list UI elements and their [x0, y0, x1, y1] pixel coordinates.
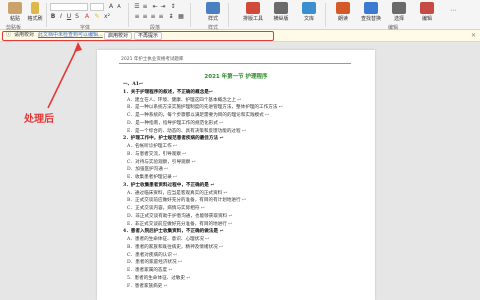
speaker-icon: [336, 2, 350, 14]
orientation-button[interactable]: 横纵版: [268, 2, 294, 22]
divider: [128, 3, 129, 27]
numbering-icon[interactable]: ≡: [142, 4, 148, 10]
library-button[interactable]: 文库: [296, 2, 322, 22]
bold-icon[interactable]: B: [50, 14, 56, 20]
superscript-icon[interactable]: x²: [104, 14, 110, 20]
styles-button[interactable]: 样式: [200, 2, 226, 22]
document-line: 5．患者的生命体征、过敏史 ↩: [127, 275, 191, 281]
document-line: F．患者家族病史 ↩: [127, 283, 168, 289]
document-line: D．患者的家庭经济状况 ↩: [127, 260, 182, 266]
divider: [46, 3, 47, 27]
grow-font-icon[interactable]: A: [108, 4, 114, 10]
align-right-icon[interactable]: ≡: [150, 14, 156, 20]
document-line: E．非正式交谈前应做好充分准备，有目的地进行 ↩: [127, 221, 233, 227]
document-line: A．名帐听诊护理工作 ↩: [127, 144, 177, 149]
strikethrough-icon[interactable]: S: [74, 14, 80, 20]
proofread-notice-bar: ⓘ 请用校对 此文档中未检查到可以编辑... 启用校对 不再提示 ✕: [0, 30, 480, 42]
document-line: A．建立在人、环境、健康、护理这四个基本概念之上 ↩: [127, 97, 242, 103]
select-button[interactable]: 选择: [386, 2, 412, 22]
document-line: C．患者对疾病的认识 ↩: [127, 252, 178, 258]
document-line: E．收集患者护理记录 ↩: [127, 175, 178, 180]
document-line: D．非正式交谈有助于护患沟通，也能够获取资料 ↩: [127, 213, 233, 219]
indent-decrease-icon[interactable]: ⇤: [152, 4, 158, 10]
page-header: 2021 年护士执业资格考试题库: [121, 57, 184, 62]
document-line: E．是一个综合的、动态的、具有决策和反馈功能的过程 ↩: [127, 128, 246, 134]
document-line: D．是一种指南，指导护理工作的规范化形式 ↩: [127, 120, 224, 126]
brush-icon: [31, 2, 39, 14]
italic-icon[interactable]: I: [58, 14, 64, 20]
font-name-select[interactable]: [50, 3, 88, 11]
align-left-icon[interactable]: ≡: [134, 14, 140, 20]
shrink-font-icon[interactable]: A: [116, 4, 122, 10]
ribbon-toolbar: 粘贴 格式刷 剪贴板 A A B I U S A ✎ x² 字体 ☰ ≡ ⇤ ⇥…: [0, 0, 480, 31]
styles-icon: [206, 2, 220, 14]
document-page[interactable]: 2021 年护士执业资格考试题库 2021 年第一节 护理程序 一、A1↩ 1．关…: [97, 50, 375, 300]
align-center-icon[interactable]: ≡: [142, 14, 148, 20]
document-line: B．正式交谈前应做好充分的准备，有目的有计划地进行 ↩: [127, 198, 246, 204]
clipboard-icon: [8, 2, 22, 14]
notice-link[interactable]: 此文档中未检查到可以编辑...: [38, 32, 103, 39]
document-line: C．对待与实验观察，引导观察 ↩: [127, 159, 196, 165]
indent-increase-icon[interactable]: ⇥: [160, 4, 166, 10]
font-color-icon[interactable]: A: [84, 14, 90, 20]
justify-icon[interactable]: ≡: [158, 14, 164, 20]
more-icon[interactable]: ⋯: [450, 8, 456, 14]
document-line: 一、A1↩: [123, 82, 143, 87]
document-body: 一、A1↩ 1．关于护理程序的叙述，不正确的概念是↩ A．建立在人、环境、健康、护理…: [123, 81, 363, 290]
layout-tools-button[interactable]: 排版工具: [240, 2, 266, 22]
library-icon: [302, 2, 316, 14]
header-rule: [119, 63, 351, 64]
callout-label: 处理后: [24, 114, 54, 125]
document-line: C．是一种系统的，每个步骤都以满足需要为目的的理论和实践模式 ↩: [127, 113, 270, 118]
read-aloud-button[interactable]: 朗读: [330, 2, 356, 22]
highlight-icon[interactable]: ✎: [94, 14, 100, 20]
info-icon: ⓘ: [6, 32, 12, 38]
bullets-icon[interactable]: ☰: [134, 4, 140, 10]
document-line: C．正式交谈内容，病情与实际相符 ↩: [127, 206, 205, 211]
find-replace-button[interactable]: 查找替换: [358, 2, 384, 22]
document-title: 2021 年第一节 护理程序: [204, 74, 268, 80]
sort-icon[interactable]: ↕: [170, 4, 176, 10]
document-line: B．与患者交流，引导观察 ↩: [127, 151, 187, 157]
enable-proofread-button[interactable]: 启用校对: [104, 32, 133, 40]
notice-title: 请用校对: [14, 32, 35, 38]
divider: [190, 3, 191, 27]
edit-icon: [420, 2, 434, 14]
document-line: A．通过临床资料，应当是客观真实的正式资料 ↩: [127, 190, 228, 196]
underline-icon[interactable]: U: [66, 14, 72, 20]
orientation-icon: [274, 2, 288, 14]
divider: [325, 3, 326, 27]
cursor-icon: [392, 2, 406, 14]
document-line: 1．关于护理程序的叙述，不正确的概念是↩: [123, 89, 213, 95]
document-line: A．患者的生命体征、意识、心理状况 ↩: [127, 237, 210, 242]
document-line: D．加强医护沟通 ↩: [127, 167, 169, 173]
document-line: 2．护理工作中，护士规范患者疾病的最佳方法 ↩: [123, 136, 224, 142]
edit-button[interactable]: 编辑: [414, 2, 440, 22]
shading-icon[interactable]: ▦: [178, 14, 184, 20]
document-line: B．是一种以系统方法实施护理制度的先进管理方法，整体护理的工作方法 ↩: [127, 105, 283, 111]
divider: [228, 3, 229, 27]
layout-tools-icon: [246, 2, 260, 14]
font-size-select[interactable]: [90, 3, 104, 11]
document-line: B．患者的家族和既往病史，精神及情绪状况 ↩: [127, 244, 223, 250]
document-line: 3．护士收集患者资料过程中，不正确的是 ↩: [123, 182, 215, 188]
format-painter-button[interactable]: 格式刷: [22, 2, 48, 22]
document-line: 4．患者入院后护士收集资料，不正确的做法是 ↩: [123, 229, 224, 235]
search-icon: [364, 2, 378, 14]
document-line: E．患者家属的态度 ↩: [127, 268, 173, 273]
line-spacing-icon[interactable]: ↨: [168, 14, 174, 20]
dont-show-button[interactable]: 不再提示: [134, 32, 163, 40]
close-icon[interactable]: ✕: [471, 32, 476, 39]
